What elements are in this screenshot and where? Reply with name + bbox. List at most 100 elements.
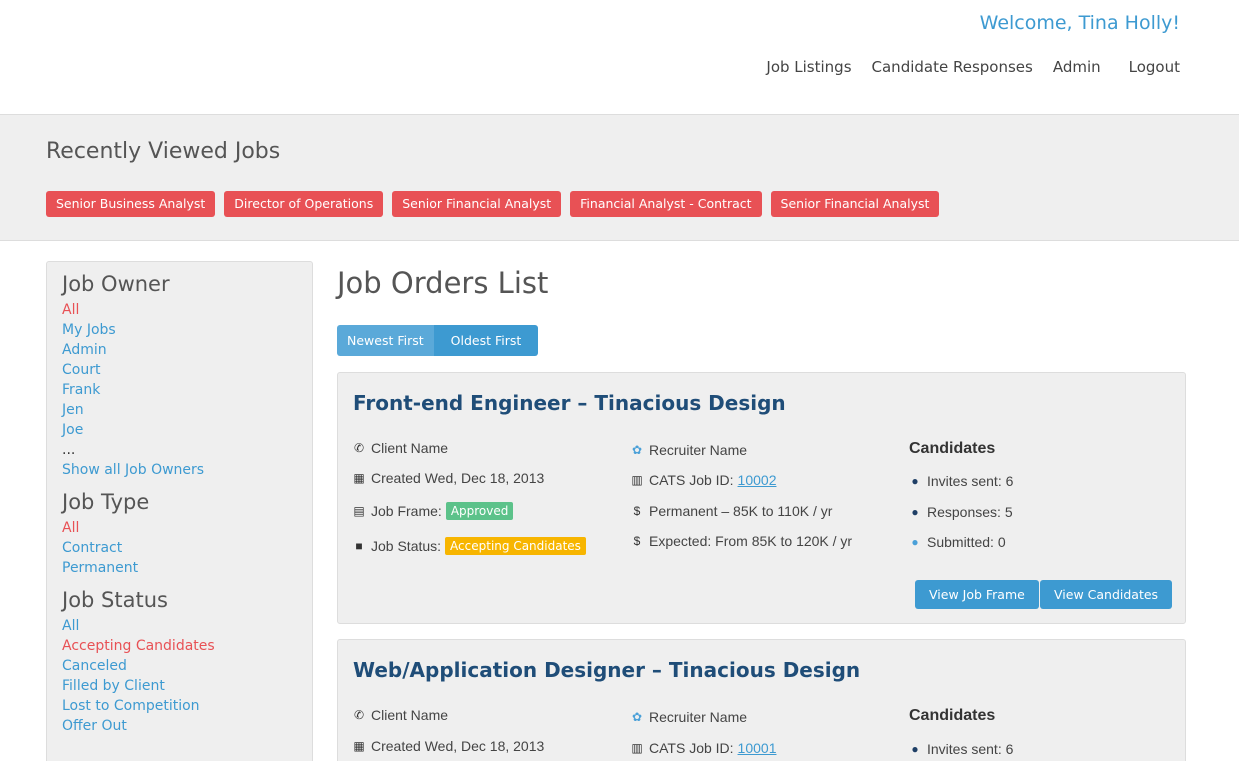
status-filter-canceled[interactable]: Canceled xyxy=(62,656,297,676)
invites-row: ● Invites sent: 6 xyxy=(909,741,1013,757)
job-title[interactable]: Front-end Engineer – Tinacious Design xyxy=(353,391,786,415)
status-filter-all[interactable]: All xyxy=(62,616,297,636)
owner-filter-my-jobs[interactable]: My Jobs xyxy=(62,320,297,340)
owner-ellipsis: ... xyxy=(62,442,76,458)
briefcase-icon: ■ xyxy=(355,539,363,553)
status-filter-filled[interactable]: Filled by Client xyxy=(62,676,297,696)
job-status-row: ■ Job Status: Accepting Candidates xyxy=(353,537,586,555)
type-filter-permanent[interactable]: Permanent xyxy=(62,558,297,578)
user-icon: ● xyxy=(911,474,919,488)
expected-salary: Expected: From 85K to 120K / yr xyxy=(649,533,853,549)
status-filter-offer-out[interactable]: Offer Out xyxy=(62,716,297,736)
header: Welcome, Tina Holly! Job Listings Candid… xyxy=(0,0,1239,114)
recent-job-tag[interactable]: Director of Operations xyxy=(224,191,384,217)
client-row: ✆ Client Name xyxy=(353,440,448,456)
main-nav: Job Listings Candidate Responses Admin L… xyxy=(746,58,1180,76)
job-status-badge: Accepting Candidates xyxy=(445,537,586,555)
job-status-heading: Job Status xyxy=(62,588,168,612)
welcome-message: Welcome, Tina Holly! xyxy=(979,12,1180,34)
job-card: Web/Application Designer – Tinacious Des… xyxy=(337,639,1186,761)
user-icon: ● xyxy=(911,505,919,519)
candidates-heading: Candidates xyxy=(909,707,996,724)
invites-sent: Invites sent: 6 xyxy=(927,741,1014,757)
cats-id-link[interactable]: 10001 xyxy=(738,740,777,756)
recruiter-icon: ✿ xyxy=(631,443,643,457)
nav-candidate-responses[interactable]: Candidate Responses xyxy=(872,58,1033,76)
salary-row: $ Permanent – 85K to 110K / yr xyxy=(631,503,833,519)
status-filter-lost[interactable]: Lost to Competition xyxy=(62,696,297,716)
sort-oldest-button[interactable]: Oldest First xyxy=(433,325,539,356)
recently-viewed-section: Recently Viewed Jobs Senior Business Ana… xyxy=(0,114,1239,241)
recently-viewed-title: Recently Viewed Jobs xyxy=(46,139,281,164)
nav-logout[interactable]: Logout xyxy=(1129,58,1180,76)
job-frame-label: Job Frame: xyxy=(371,503,442,519)
calendar-icon: ▦ xyxy=(353,739,365,753)
created-row: ▦ Created Wed, Dec 18, 2013 xyxy=(353,738,544,754)
owner-filter-joe[interactable]: Joe xyxy=(62,420,297,440)
view-job-frame-button[interactable]: View Job Frame xyxy=(915,580,1039,609)
phone-icon: ✆ xyxy=(353,708,365,722)
owner-filter-admin[interactable]: Admin xyxy=(62,340,297,360)
job-title[interactable]: Web/Application Designer – Tinacious Des… xyxy=(353,658,860,682)
phone-icon: ✆ xyxy=(353,441,365,455)
page-title: Job Orders List xyxy=(337,266,549,300)
recent-job-tag[interactable]: Senior Business Analyst xyxy=(46,191,216,217)
created-date: Created Wed, Dec 18, 2013 xyxy=(371,738,545,754)
type-filter-all[interactable]: All xyxy=(62,518,297,538)
cats-label: CATS Job ID: xyxy=(649,472,734,488)
status-filter-accepting[interactable]: Accepting Candidates xyxy=(62,636,297,656)
user-icon: ● xyxy=(911,742,919,756)
job-card: Front-end Engineer – Tinacious Design ✆ … xyxy=(337,372,1186,624)
recent-job-tags: Senior Business Analyst Director of Oper… xyxy=(46,191,940,217)
responses-count: Responses: 5 xyxy=(927,504,1013,520)
calendar-icon: ▦ xyxy=(353,471,365,485)
job-frame-row: ▤ Job Frame: Approved xyxy=(353,502,514,520)
dollar-icon: $ xyxy=(633,534,641,548)
owner-filter-court[interactable]: Court xyxy=(62,360,297,380)
invites-row: ● Invites sent: 6 xyxy=(909,473,1013,489)
dollar-icon: $ xyxy=(633,504,641,518)
recruiter-name: Recruiter Name xyxy=(649,709,748,725)
recent-job-tag[interactable]: Senior Financial Analyst xyxy=(770,191,940,217)
expected-row: $ Expected: From 85K to 120K / yr xyxy=(631,533,852,549)
sort-toggle: Newest First Oldest First xyxy=(337,325,539,356)
job-type-list: All Contract Permanent xyxy=(62,518,297,578)
invites-sent: Invites sent: 6 xyxy=(927,473,1014,489)
job-frame-status-badge: Approved xyxy=(445,502,514,520)
user-icon: ● xyxy=(911,535,919,549)
cats-label: CATS Job ID: xyxy=(649,740,734,756)
candidates-heading: Candidates xyxy=(909,440,996,457)
job-type-heading: Job Type xyxy=(62,490,150,514)
owner-filter-jen[interactable]: Jen xyxy=(62,400,297,420)
nav-job-listings[interactable]: Job Listings xyxy=(766,58,851,76)
client-name: Client Name xyxy=(371,440,449,456)
cats-row: ▥ CATS Job ID: 10001 xyxy=(631,740,776,756)
job-status-label: Job Status: xyxy=(371,538,442,554)
barcode-icon: ▥ xyxy=(631,741,643,755)
submitted-count: Submitted: 0 xyxy=(927,534,1006,550)
show-all-owners-link[interactable]: Show all Job Owners xyxy=(62,460,297,480)
cats-row: ▥ CATS Job ID: 10002 xyxy=(631,472,776,488)
job-status-list: All Accepting Candidates Canceled Filled… xyxy=(62,616,297,736)
cats-id-link[interactable]: 10002 xyxy=(738,472,777,488)
filter-sidebar: Job Owner All My Jobs Admin Court Frank … xyxy=(46,261,313,761)
sort-newest-button[interactable]: Newest First xyxy=(337,325,434,356)
client-row: ✆ Client Name xyxy=(353,707,448,723)
created-row: ▦ Created Wed, Dec 18, 2013 xyxy=(353,470,544,486)
recent-job-tag[interactable]: Senior Financial Analyst xyxy=(392,191,562,217)
job-owner-list: All My Jobs Admin Court Frank Jen Joe ..… xyxy=(62,300,297,480)
document-icon: ▤ xyxy=(353,504,365,518)
recruiter-row: ✿ Recruiter Name xyxy=(631,709,747,725)
job-owner-heading: Job Owner xyxy=(62,272,170,296)
owner-filter-frank[interactable]: Frank xyxy=(62,380,297,400)
owner-filter-all[interactable]: All xyxy=(62,300,297,320)
view-candidates-button[interactable]: View Candidates xyxy=(1040,580,1173,609)
type-filter-contract[interactable]: Contract xyxy=(62,538,297,558)
recruiter-icon: ✿ xyxy=(631,710,643,724)
salary-range: Permanent – 85K to 110K / yr xyxy=(649,503,833,519)
nav-admin[interactable]: Admin xyxy=(1053,58,1101,76)
responses-row: ● Responses: 5 xyxy=(909,504,1013,520)
recent-job-tag[interactable]: Financial Analyst - Contract xyxy=(570,191,762,217)
recruiter-row: ✿ Recruiter Name xyxy=(631,442,747,458)
created-date: Created Wed, Dec 18, 2013 xyxy=(371,470,545,486)
